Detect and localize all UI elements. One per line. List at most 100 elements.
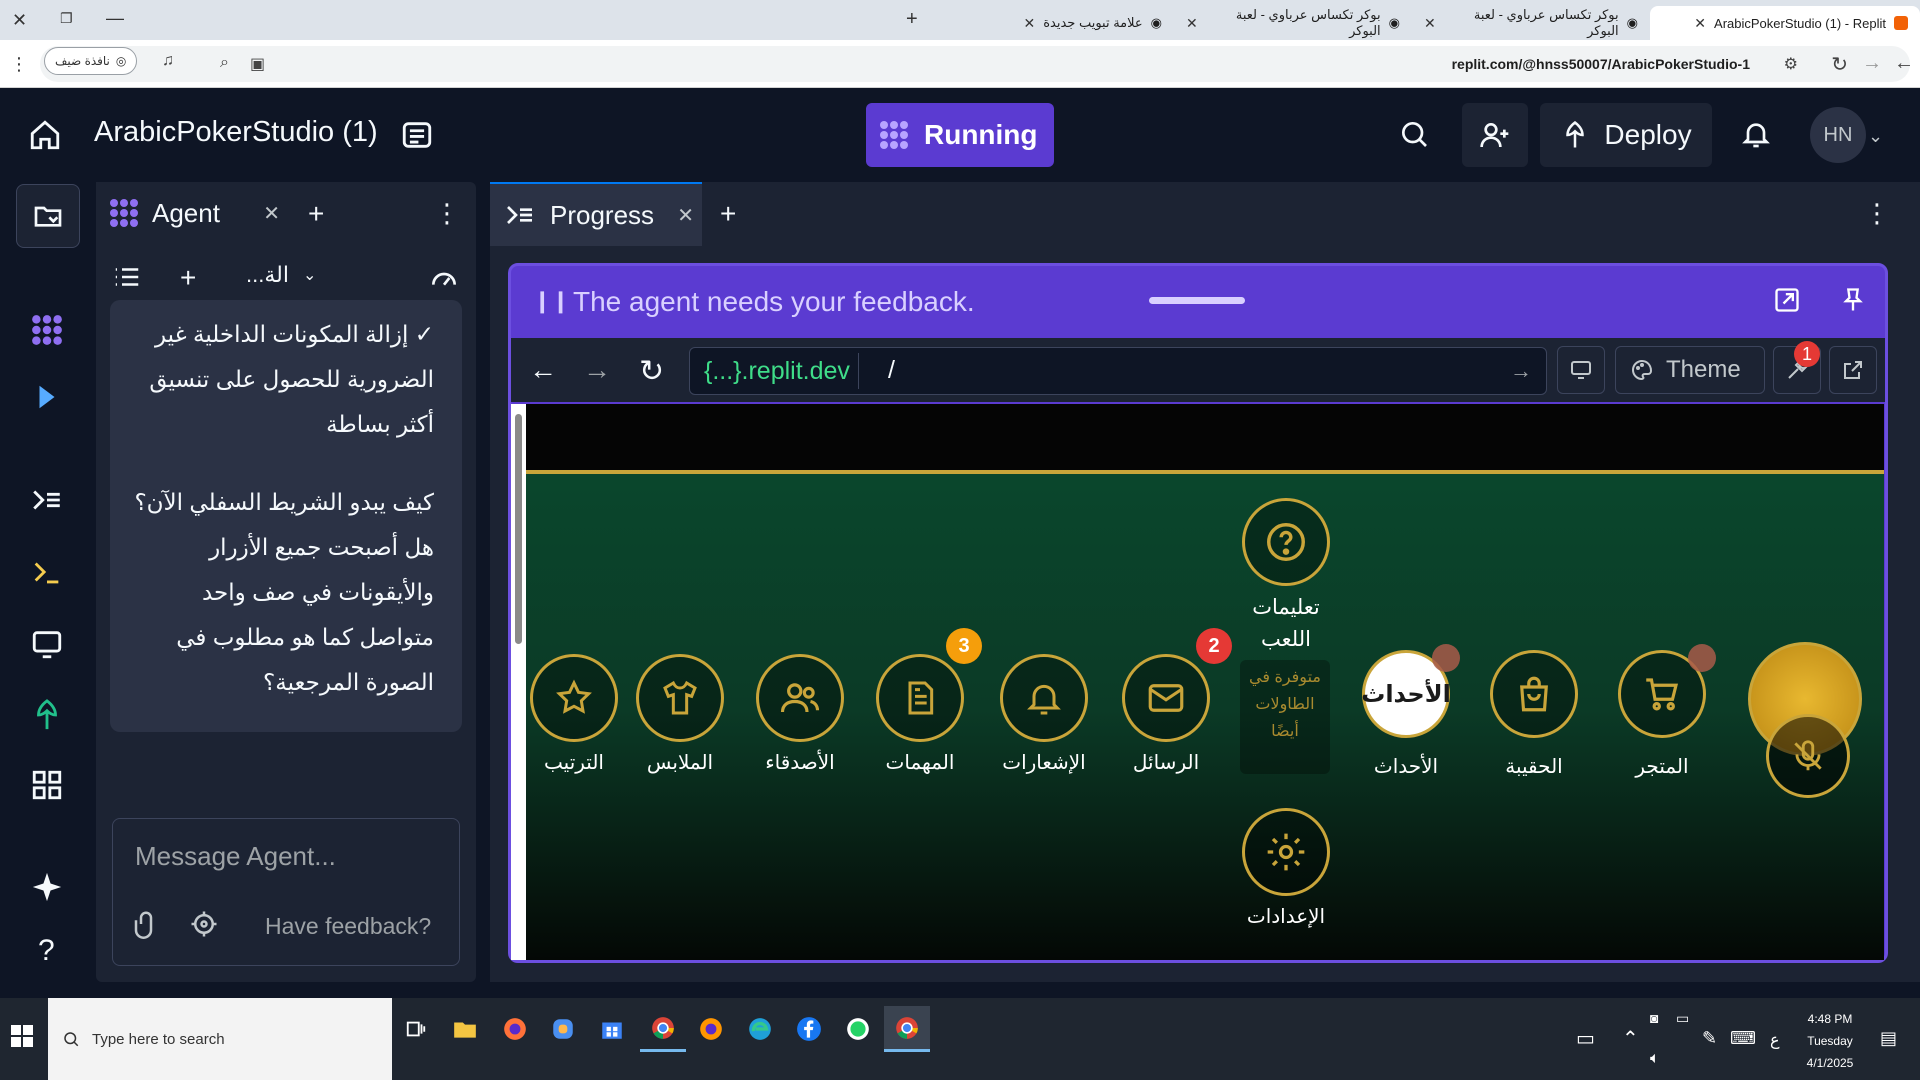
new-tab-icon[interactable]: +	[906, 8, 918, 31]
home-icon[interactable]	[28, 118, 62, 152]
feedback-link[interactable]: Have feedback?	[265, 913, 431, 940]
device-toggle-button[interactable]	[1557, 346, 1605, 394]
ranking-button[interactable]	[530, 654, 618, 742]
taskbar-search[interactable]: Type here to search	[48, 998, 392, 1080]
url-box[interactable]: replit.com/@hnss50007/ArabicPokerStudio-…	[40, 46, 1910, 82]
tab-new[interactable]: ◉ علامة تبويب جديدة ✕	[936, 6, 1174, 40]
chrome-active-icon[interactable]	[884, 1006, 930, 1052]
mic-toggle-button[interactable]	[1766, 714, 1850, 798]
help-button[interactable]	[1242, 498, 1330, 586]
edge-icon[interactable]	[737, 1006, 783, 1052]
input-language[interactable]: ع	[1770, 1030, 1780, 1050]
file-explorer-icon[interactable]	[442, 1006, 488, 1052]
volume-icon[interactable]: 🔈︎	[1650, 1050, 1660, 1068]
notification-center-icon[interactable]: ▤	[1880, 1028, 1897, 1049]
target-icon[interactable]	[189, 909, 219, 939]
go-arrow-icon[interactable]: →	[1510, 358, 1532, 384]
media-control-icon[interactable]: ♫	[162, 52, 174, 70]
all-tools-grid-icon[interactable]	[30, 768, 64, 802]
friends-button[interactable]	[756, 654, 844, 742]
chevron-down-icon[interactable]: ⌄	[1868, 126, 1883, 147]
notifications-button[interactable]	[1000, 654, 1088, 742]
project-info-icon[interactable]	[400, 118, 434, 152]
new-chat-icon[interactable]: +	[180, 262, 196, 294]
webview-forward-icon[interactable]: →	[583, 354, 611, 386]
resize-grabber[interactable]	[1149, 297, 1245, 304]
add-tab-icon[interactable]: +	[720, 198, 736, 230]
pane-menu-icon[interactable]: ⋮	[434, 198, 460, 229]
avatar[interactable]: HN	[1810, 107, 1866, 163]
whatsapp-icon[interactable]	[835, 1006, 881, 1052]
drag-handle-icon[interactable]: ❙❙	[533, 288, 570, 314]
pen-icon[interactable]: ✎	[1702, 1028, 1717, 1049]
help-icon[interactable]: ?	[38, 934, 55, 968]
shell-rail-icon[interactable]	[30, 555, 64, 589]
windows-start-icon[interactable]	[10, 1024, 34, 1048]
add-tab-icon[interactable]: +	[308, 198, 324, 230]
site-info-icon[interactable]: ⚙	[1784, 54, 1798, 74]
preview-scrollbar[interactable]	[511, 404, 526, 960]
webview-url-field[interactable]: {...}.replit.dev / →	[689, 347, 1547, 395]
progress-rail-icon[interactable]	[30, 483, 64, 517]
tasks-button[interactable]	[876, 654, 964, 742]
assistant-rail-icon[interactable]	[32, 382, 62, 412]
tab-close-icon[interactable]: ✕	[1186, 15, 1198, 32]
tab-close-icon[interactable]: ✕	[1023, 15, 1035, 32]
search-icon[interactable]	[1398, 118, 1430, 150]
url-text[interactable]: replit.com/@hnss50007/ArabicPokerStudio-…	[1452, 56, 1750, 72]
window-minimize-icon[interactable]: —	[106, 8, 124, 29]
tab-poker-2[interactable]: ◉ بوكر تكساس عرباوي - لعبة البوكر ✕	[1174, 6, 1412, 40]
sparkle-icon[interactable]	[30, 870, 64, 904]
invite-button[interactable]	[1462, 103, 1528, 167]
chevron-up-icon[interactable]: ⌃	[1622, 1026, 1639, 1051]
webview-rail-icon[interactable]	[30, 627, 64, 661]
webview-reload-icon[interactable]: ↻	[639, 354, 664, 389]
guest-window-badge[interactable]: نافذة ضيف ◎	[44, 47, 138, 75]
devtools-button[interactable]: 1	[1773, 341, 1821, 394]
open-new-tab-button[interactable]	[1829, 346, 1877, 394]
tab-replit[interactable]: ArabicPokerStudio (1) - Replit ✕	[1650, 6, 1920, 40]
deploy-button[interactable]: Deploy	[1540, 103, 1712, 167]
messages-button[interactable]	[1122, 654, 1210, 742]
tab-close-icon[interactable]: ✕	[1694, 15, 1706, 32]
translate-icon[interactable]: ⌕	[220, 54, 229, 72]
window-close-icon[interactable]: ✕	[12, 10, 27, 31]
popout-icon[interactable]	[1773, 286, 1801, 314]
run-button[interactable]: Running	[866, 103, 1054, 167]
close-tab-icon[interactable]: ✕	[677, 203, 694, 228]
tab-poker-1[interactable]: ◉ بوكر تكساس عرباوي - لعبة البوكر ✕	[1412, 6, 1650, 40]
thread-selector[interactable]: ...الة ⌄	[246, 262, 316, 288]
facebook-icon[interactable]	[786, 1006, 832, 1052]
webview-back-icon[interactable]: ←	[529, 354, 557, 386]
pane-menu-icon[interactable]: ⋮	[1864, 198, 1890, 229]
reload-icon[interactable]: ↻	[1831, 52, 1848, 77]
tab-close-icon[interactable]: ✕	[1424, 15, 1436, 32]
usage-gauge-icon[interactable]	[428, 262, 460, 294]
close-tab-icon[interactable]: ✕	[263, 201, 280, 226]
project-title[interactable]: ArabicPokerStudio (1)	[94, 116, 378, 149]
menu-kebab-icon[interactable]: ⋮	[10, 54, 28, 75]
task-view-icon[interactable]	[393, 1006, 439, 1052]
chrome-icon[interactable]	[640, 1006, 686, 1052]
firefox-icon[interactable]	[492, 1006, 538, 1052]
forward-icon[interactable]: ←	[1894, 52, 1914, 75]
file-tree-button[interactable]	[16, 184, 80, 248]
extension-icon[interactable]: ▣	[250, 54, 265, 74]
window-restore-icon[interactable]: ❐	[60, 10, 73, 27]
tab-agent[interactable]: Agent ✕	[96, 182, 290, 246]
clothes-button[interactable]	[636, 654, 724, 742]
tab-progress[interactable]: Progress ✕	[490, 182, 702, 246]
copilot-icon[interactable]	[540, 1006, 586, 1052]
message-agent-input[interactable]: Message Agent... Have feedback?	[112, 818, 460, 966]
scrollbar-thumb[interactable]	[515, 414, 522, 644]
firefox-icon[interactable]	[688, 1006, 734, 1052]
taskbar-clock[interactable]: 4:48 PM Tuesday 4/1/2025	[1790, 1008, 1870, 1074]
pin-icon[interactable]	[1839, 286, 1867, 314]
deployments-rail-icon[interactable]	[30, 698, 64, 732]
settings-button[interactable]	[1242, 808, 1330, 896]
keyboard-layout-icon[interactable]: ▭	[1576, 1026, 1595, 1051]
agent-rail-icon[interactable]	[30, 313, 64, 347]
attach-icon[interactable]	[131, 909, 161, 939]
touch-keyboard-icon[interactable]: ⌨	[1730, 1028, 1756, 1049]
bag-button[interactable]	[1490, 650, 1578, 738]
